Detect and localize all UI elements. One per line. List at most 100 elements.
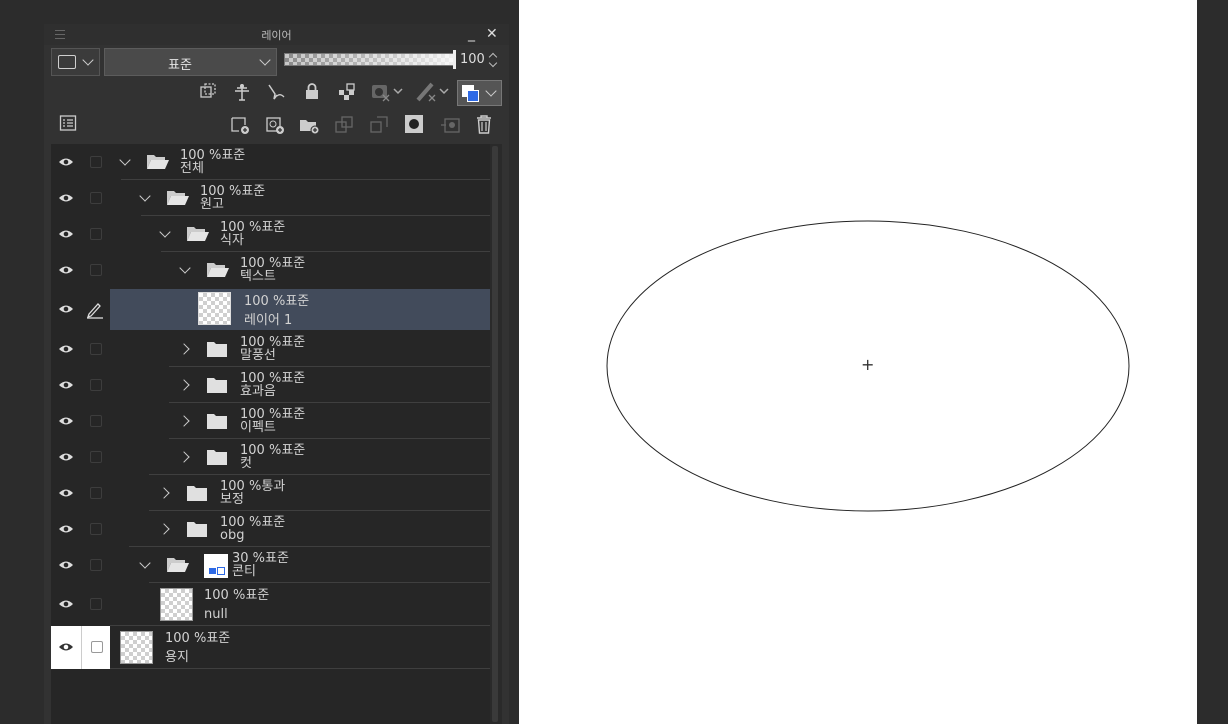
layer-thumbnail (160, 588, 193, 621)
checkbox[interactable] (90, 451, 102, 463)
layer-row[interactable]: 100 %표준 식자 (51, 216, 490, 252)
layer-blend-mode: 표준 (241, 184, 266, 199)
checkbox[interactable] (90, 415, 102, 427)
chevron-right-icon[interactable] (158, 487, 170, 499)
checkbox[interactable] (90, 559, 102, 571)
reference-layer-icon[interactable] (230, 82, 254, 104)
layer-row-paper[interactable]: 100 %표준 용지 (51, 626, 490, 669)
layer-row[interactable]: 100 %표준 컷 (51, 439, 490, 475)
edit-target-toggle[interactable] (81, 547, 110, 583)
layer-row[interactable]: 100 %표준 텍스트 (51, 252, 490, 288)
edit-target-toggle[interactable] (81, 626, 110, 669)
delete-layer-icon[interactable] (472, 114, 496, 136)
draft-layer-icon[interactable] (264, 82, 288, 104)
layer-row[interactable]: 100 %표준 원고 (51, 180, 490, 216)
edit-target-toggle[interactable] (81, 252, 110, 288)
visibility-toggle[interactable] (51, 403, 81, 439)
layer-list-scrollbar[interactable] (490, 144, 502, 724)
lock-icon[interactable] (300, 82, 324, 104)
chevron-down-icon[interactable] (179, 262, 191, 274)
visibility-toggle[interactable] (51, 439, 81, 475)
checkbox[interactable] (90, 598, 102, 610)
edit-target-toggle[interactable] (81, 475, 110, 511)
apply-mask-icon[interactable] (438, 114, 462, 136)
create-mask-icon[interactable] (402, 114, 426, 136)
edit-target-toggle[interactable] (81, 367, 110, 403)
chevron-right-icon[interactable] (178, 379, 190, 391)
transfer-to-lower-layer-icon[interactable] (332, 114, 356, 136)
visibility-toggle[interactable] (51, 511, 81, 547)
layer-row[interactable]: 100 %표준 이펙트 (51, 403, 490, 439)
visibility-toggle[interactable] (51, 626, 81, 669)
visibility-toggle[interactable] (51, 583, 81, 626)
visibility-toggle[interactable] (51, 144, 81, 180)
visibility-toggle[interactable] (51, 547, 81, 583)
blend-mode-dropdown[interactable]: 표준 (104, 48, 277, 76)
layer-row[interactable]: 100 %표준 효과음 (51, 367, 490, 403)
checkbox[interactable] (90, 523, 102, 535)
visibility-toggle[interactable] (51, 252, 81, 288)
layer-name: 레이어 1 (244, 313, 293, 328)
layer-row[interactable]: 100 %표준 obg (51, 511, 490, 547)
edit-target-toggle[interactable] (81, 511, 110, 547)
edit-target-toggle[interactable] (81, 331, 110, 367)
chevron-right-icon[interactable] (158, 523, 170, 535)
lock-transparency-icon[interactable] (335, 82, 359, 104)
layer-thumbnail (120, 631, 153, 664)
layer-property-icon[interactable] (56, 114, 80, 136)
layer-row[interactable]: 100 %통과 보정 (51, 475, 490, 511)
checkbox[interactable] (90, 487, 102, 499)
visibility-toggle[interactable] (51, 289, 81, 330)
chevron-down-icon[interactable] (139, 557, 151, 569)
layer-row[interactable]: 100 %표준 null (51, 583, 490, 626)
edit-target-toggle[interactable] (81, 180, 110, 216)
edit-target-toggle[interactable] (81, 403, 110, 439)
layer-row[interactable]: 100 %표준 전체 (51, 144, 490, 180)
checkbox[interactable] (91, 641, 103, 653)
layer-row-selected[interactable]: 100 %표준 레이어 1 (51, 289, 490, 330)
chevron-right-icon[interactable] (178, 415, 190, 427)
close-button[interactable]: ✕ (486, 27, 498, 41)
checkbox[interactable] (90, 228, 102, 240)
mask-enable-dropdown[interactable] (369, 82, 409, 104)
drawing-canvas[interactable]: + (519, 0, 1197, 724)
opacity-spinner[interactable] (488, 51, 498, 69)
merge-with-lower-layer-icon[interactable] (367, 114, 391, 136)
checkbox[interactable] (90, 343, 102, 355)
layer-row[interactable]: 100 %표준 말풍선 (51, 331, 490, 367)
chevron-right-icon[interactable] (178, 451, 190, 463)
edit-target-toggle[interactable] (81, 583, 110, 626)
minimize-button[interactable]: _ (468, 27, 475, 41)
visibility-toggle[interactable] (51, 475, 81, 511)
edit-target-toggle[interactable] (81, 289, 110, 330)
layer-name: 이펙트 (240, 420, 276, 435)
opacity-value[interactable]: 100 (460, 52, 485, 67)
new-raster-layer-icon[interactable] (228, 114, 252, 136)
new-vector-layer-icon[interactable] (263, 114, 287, 136)
edit-target-toggle[interactable] (81, 216, 110, 252)
scrollbar-thumb[interactable] (492, 146, 498, 722)
panel-titlebar[interactable]: 레이어 _ ✕ (44, 24, 509, 45)
opacity-slider[interactable] (284, 50, 456, 69)
visibility-toggle[interactable] (51, 180, 81, 216)
eye-icon (58, 524, 74, 534)
edit-target-toggle[interactable] (81, 144, 110, 180)
layer-row[interactable]: 30 %표준 콘티 (51, 547, 490, 583)
visibility-toggle[interactable] (51, 216, 81, 252)
visibility-toggle[interactable] (51, 367, 81, 403)
clip-to-layer-below-icon[interactable] (196, 82, 220, 104)
ruler-enable-dropdown[interactable] (415, 82, 455, 104)
checkbox[interactable] (90, 156, 102, 168)
chevron-down-icon[interactable] (139, 190, 151, 202)
chevron-down-icon[interactable] (159, 226, 171, 238)
layer-color-button[interactable] (457, 80, 502, 106)
layer-color-mode-dropdown[interactable] (51, 48, 100, 76)
checkbox[interactable] (90, 192, 102, 204)
edit-target-toggle[interactable] (81, 439, 110, 475)
checkbox[interactable] (90, 264, 102, 276)
chevron-down-icon[interactable] (119, 154, 131, 166)
chevron-right-icon[interactable] (178, 343, 190, 355)
visibility-toggle[interactable] (51, 331, 81, 367)
checkbox[interactable] (90, 379, 102, 391)
new-folder-icon[interactable] (297, 114, 321, 136)
